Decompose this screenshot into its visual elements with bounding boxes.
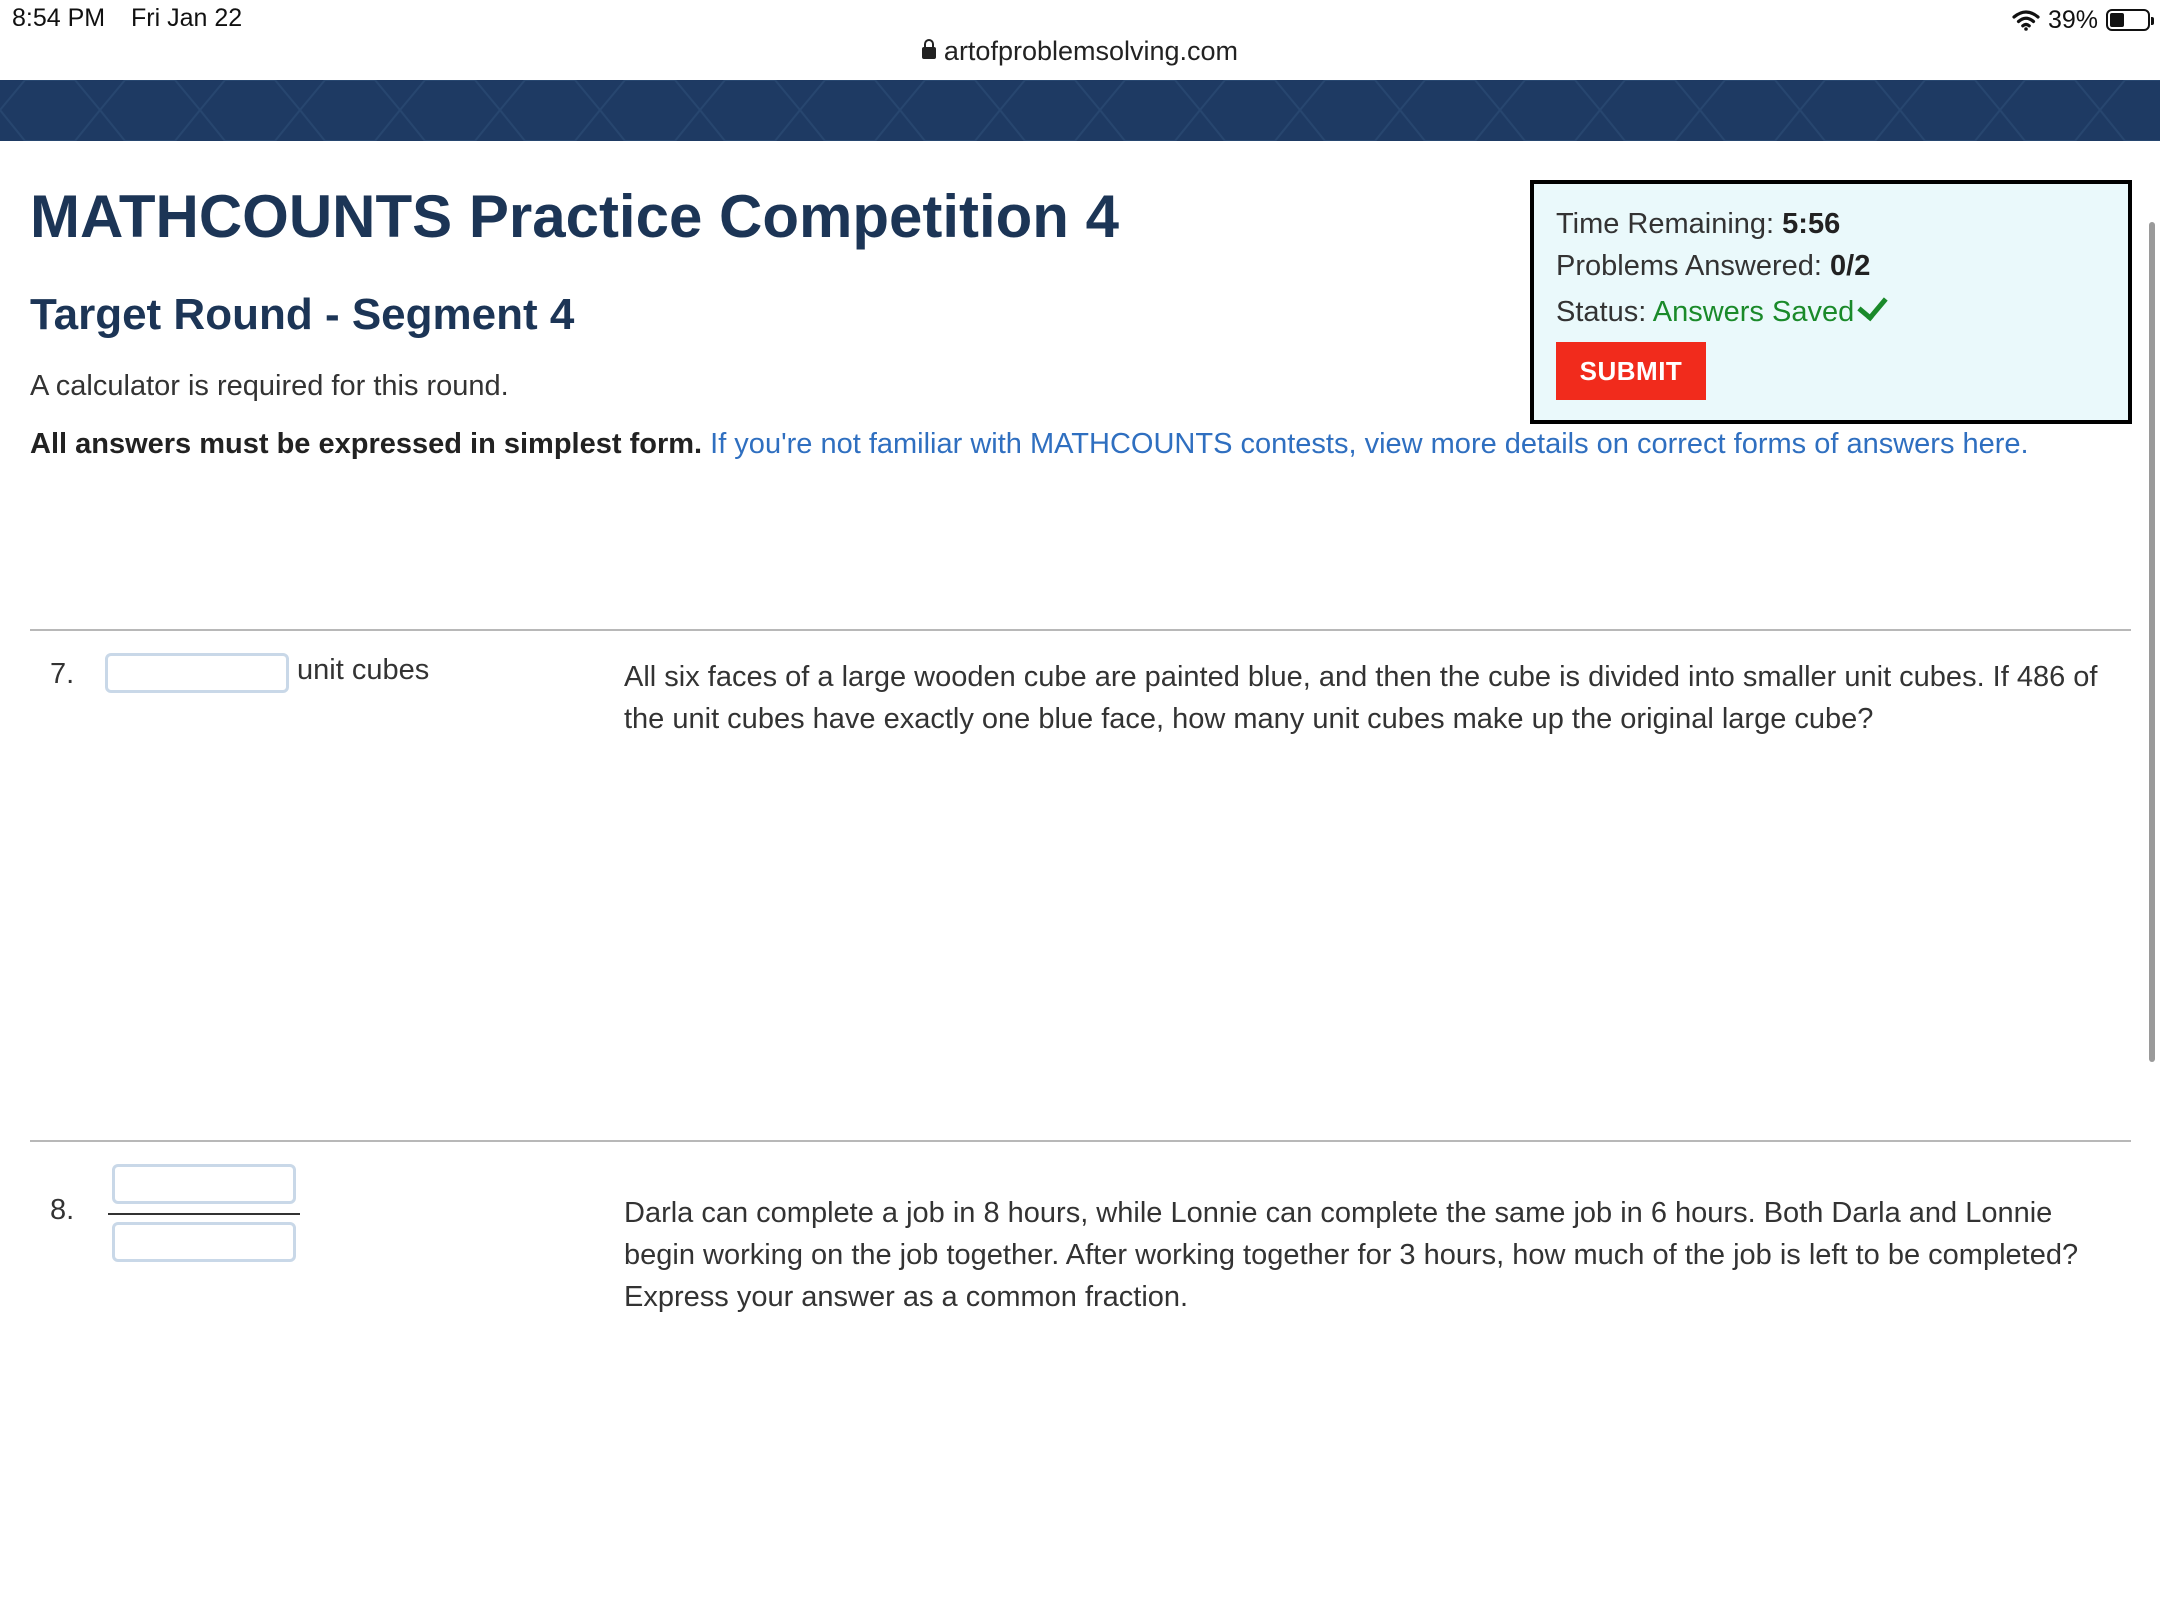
problem-number: 7. xyxy=(50,658,75,690)
address-bar[interactable]: artofproblemsolving.com xyxy=(0,36,2160,67)
problems-answered-label: Problems Answered: xyxy=(1556,250,1831,282)
time-remaining-label: Time Remaining: xyxy=(1556,208,1783,240)
problem-divider xyxy=(30,1140,2131,1142)
time-remaining-value: 5:56 xyxy=(1782,208,1841,240)
fraction-bar xyxy=(108,1213,300,1215)
save-status-label: Status: xyxy=(1556,296,1653,328)
submit-button[interactable]: SUBMIT xyxy=(1556,342,1706,400)
denominator-input[interactable] xyxy=(112,1222,296,1262)
site-header-band xyxy=(0,80,2160,141)
numerator-input[interactable] xyxy=(112,1164,296,1204)
problems-answered: Problems Answered: 0/2 xyxy=(1556,250,1870,283)
answer-input-7[interactable] xyxy=(105,653,289,693)
answer-form-note: All answers must be expressed in simples… xyxy=(30,428,2029,461)
page-scrollbar[interactable] xyxy=(2149,222,2155,1062)
answer-forms-link[interactable]: If you're not familiar with MATHCOUNTS c… xyxy=(710,428,2028,460)
address-url: artofproblemsolving.com xyxy=(943,36,1239,66)
save-status: Status: Answers Saved xyxy=(1556,289,1888,329)
wifi-icon xyxy=(2012,10,2040,31)
clock-date: Fri Jan 22 xyxy=(131,4,243,32)
lock-icon xyxy=(921,39,936,59)
round-title: Target Round - Segment 4 xyxy=(30,290,575,339)
time-remaining: Time Remaining: 5:56 xyxy=(1556,208,1840,241)
battery-percent: 39% xyxy=(2047,5,2098,34)
problems-answered-value: 0/2 xyxy=(1830,250,1871,282)
save-status-value: Answers Saved xyxy=(1652,296,1855,328)
problem-number: 8. xyxy=(50,1194,75,1226)
page-title: MATHCOUNTS Practice Competition 4 xyxy=(30,183,1119,250)
calculator-note: A calculator is required for this round. xyxy=(30,370,509,402)
answer-form-bold: All answers must be expressed in simples… xyxy=(30,428,703,460)
answer-unit-label: unit cubes xyxy=(297,654,430,686)
problem-divider xyxy=(30,629,2131,631)
competition-status-box: Time Remaining: 5:56 Problems Answered: … xyxy=(1530,180,2132,424)
device-status-bar: 8:54 PM Fri Jan 22 artofproblemsolving.c… xyxy=(0,0,2160,80)
status-icons: 39% xyxy=(2012,4,2154,36)
problem-text: All six faces of a large wooden cube are… xyxy=(624,661,2098,735)
battery-icon xyxy=(2106,9,2154,31)
clock-time: 8:54 PM xyxy=(12,4,106,32)
checkmark-icon xyxy=(1857,289,1888,322)
problem-text: Darla can complete a job in 8 hours, whi… xyxy=(624,1197,2079,1313)
hexagon-pattern xyxy=(0,80,2160,141)
